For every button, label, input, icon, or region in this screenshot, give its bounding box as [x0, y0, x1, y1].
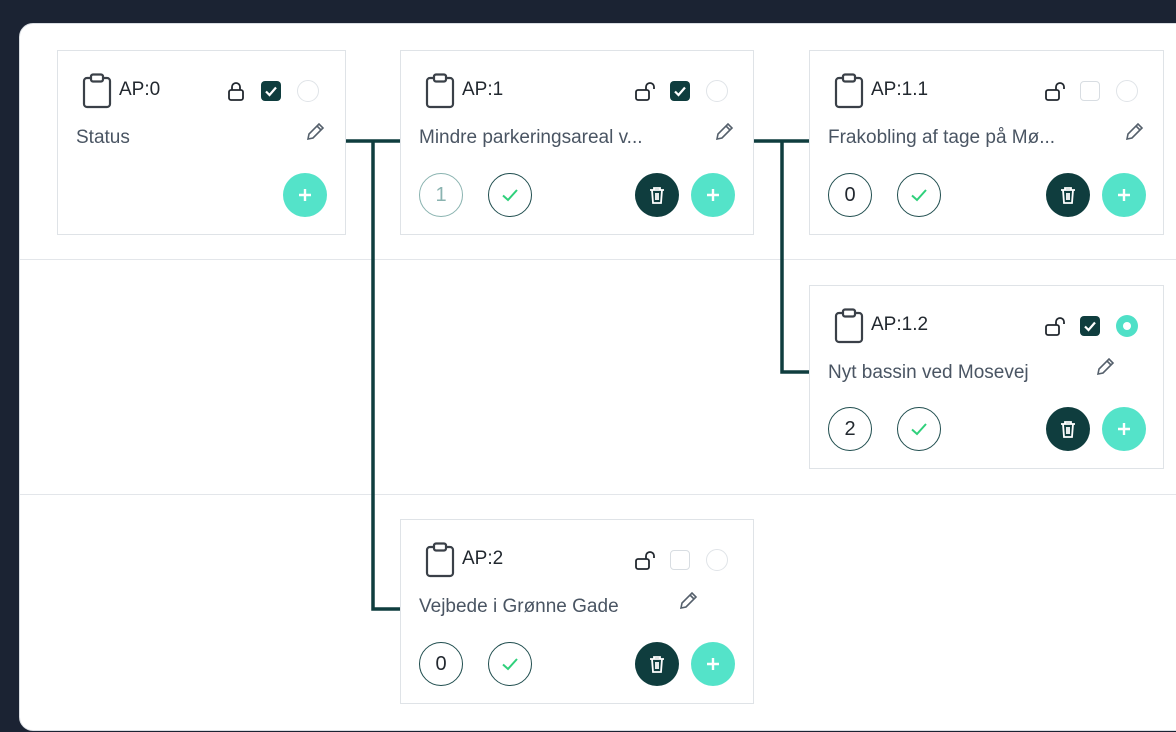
card-title: Mindre parkeringsareal v... [419, 127, 643, 148]
row-divider [20, 494, 1176, 495]
card-radio[interactable] [706, 549, 728, 571]
plus-icon [1118, 423, 1130, 435]
card-id: AP:0 [119, 79, 161, 100]
add-child-button[interactable] [691, 173, 735, 217]
pencil-icon[interactable] [677, 590, 699, 612]
pencil-icon[interactable] [713, 121, 735, 143]
delete-button[interactable] [635, 173, 679, 217]
count-badge[interactable]: 0 [419, 642, 463, 686]
approve-button[interactable] [488, 173, 532, 217]
approve-button[interactable] [897, 407, 941, 451]
check-icon [911, 423, 927, 436]
delete-button[interactable] [1046, 407, 1090, 451]
card-ap-1[interactable]: AP:1 Mindre parkeringsareal v... 1 [400, 50, 754, 235]
add-child-button[interactable] [1102, 407, 1146, 451]
lock-icon[interactable] [225, 80, 247, 102]
card-title: Vejbede i Grønne Gade [419, 596, 619, 617]
approve-button[interactable] [897, 173, 941, 217]
count-badge[interactable]: 0 [828, 173, 872, 217]
card-radio[interactable] [1116, 315, 1138, 337]
card-id: AP:2 [462, 548, 504, 569]
card-id: AP:1 [462, 79, 504, 100]
unlock-icon[interactable] [634, 80, 656, 102]
add-child-button[interactable] [691, 642, 735, 686]
plus-icon [707, 658, 719, 670]
clipboard-icon [834, 73, 864, 109]
count-badge[interactable]: 1 [419, 173, 463, 217]
unlock-icon[interactable] [1044, 315, 1066, 337]
trash-icon [650, 656, 664, 673]
clipboard-icon [425, 542, 455, 578]
clipboard-icon [834, 308, 864, 344]
card-checkbox[interactable] [1080, 316, 1100, 336]
card-title: Nyt bassin ved Mosevej [828, 362, 1029, 383]
card-checkbox[interactable] [670, 81, 690, 101]
card-id: AP:1.2 [871, 314, 929, 335]
card-radio[interactable] [1116, 80, 1138, 102]
card-ap-1-1[interactable]: AP:1.1 Frakobling af tage på Mø... 0 [809, 50, 1164, 235]
card-radio[interactable] [706, 80, 728, 102]
card-ap-0[interactable]: AP:0 Status [57, 50, 346, 235]
approve-button[interactable] [488, 642, 532, 686]
card-checkbox[interactable] [261, 81, 281, 101]
clipboard-icon [82, 73, 112, 109]
pencil-icon[interactable] [1123, 121, 1145, 143]
add-child-button[interactable] [283, 173, 327, 217]
check-icon [502, 658, 518, 671]
trash-icon [1061, 421, 1075, 438]
count-badge[interactable]: 2 [828, 407, 872, 451]
pencil-icon[interactable] [1094, 356, 1116, 378]
unlock-icon[interactable] [1044, 80, 1066, 102]
clipboard-icon [425, 73, 455, 109]
unlock-icon[interactable] [634, 549, 656, 571]
card-radio[interactable] [297, 80, 319, 102]
card-id: AP:1.1 [871, 79, 929, 100]
row-divider [20, 259, 1176, 260]
add-child-button[interactable] [1102, 173, 1146, 217]
pencil-icon[interactable] [304, 121, 326, 143]
check-icon [502, 189, 518, 202]
delete-button[interactable] [635, 642, 679, 686]
trash-icon [1061, 187, 1075, 204]
plus-icon [299, 189, 311, 201]
card-checkbox[interactable] [1080, 81, 1100, 101]
card-title: Frakobling af tage på Mø... [828, 127, 1056, 148]
delete-button[interactable] [1046, 173, 1090, 217]
card-ap-1-2[interactable]: AP:1.2 Nyt bassin ved Mosevej 2 [809, 285, 1164, 469]
card-checkbox[interactable] [670, 550, 690, 570]
card-ap-2[interactable]: AP:2 Vejbede i Grønne Gade 0 [400, 519, 754, 704]
plus-icon [1118, 189, 1130, 201]
plus-icon [707, 189, 719, 201]
check-icon [911, 189, 927, 202]
trash-icon [650, 187, 664, 204]
